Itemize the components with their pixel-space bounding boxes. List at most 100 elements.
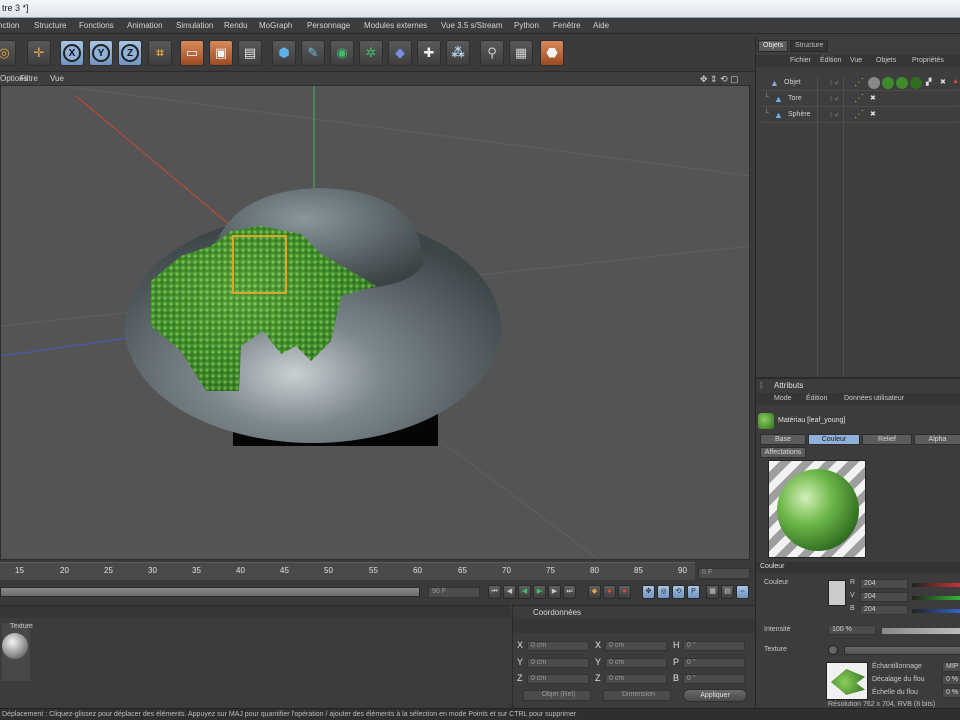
grip-icon[interactable]: ⁞ <box>760 381 762 390</box>
menu-item-animation[interactable]: Animation <box>127 21 163 30</box>
tab-structure[interactable]: Structure <box>790 40 829 52</box>
cube-primitive-icon[interactable]: ⬢ <box>272 40 296 66</box>
texture-thumbnail[interactable] <box>826 662 868 700</box>
menu-item-mograph[interactable]: MoGraph <box>259 21 292 30</box>
blue-channel-field[interactable]: 204 <box>860 605 908 615</box>
menu-item-rendu[interactable]: Rendu <box>224 21 248 30</box>
play-back-button[interactable]: ◀ <box>518 585 531 599</box>
undo-icon[interactable]: ◎ <box>0 40 16 66</box>
viewport-menu-filtre[interactable]: Filtre <box>20 74 38 83</box>
spline-pen-icon[interactable]: ✎ <box>301 40 325 66</box>
viewport-menu-vue[interactable]: Vue <box>50 74 64 83</box>
key-position-button[interactable]: ✥ <box>642 585 655 599</box>
attr-menu-user-data[interactable]: Données utilisateur <box>844 395 904 402</box>
key-rotation-button[interactable]: ⟲ <box>672 585 685 599</box>
size-x-field[interactable]: 0 cm <box>605 641 667 651</box>
menu-item-fonction[interactable]: nction <box>0 21 19 30</box>
end-frame-field[interactable]: 90 F <box>428 587 480 598</box>
timeline-mode-button[interactable]: ⇔ <box>736 585 749 599</box>
pos-y-field[interactable]: 0 cm <box>527 658 589 668</box>
prev-frame-button[interactable]: ◀ <box>503 585 516 599</box>
timeline-scrubber[interactable] <box>0 587 420 597</box>
object-row-objet[interactable]: ▲ Objet ⁝ ✓ ⋰ ▞ ✖ ▲ <box>762 77 959 91</box>
timeline-ruler[interactable]: 15 20 25 30 35 40 45 50 55 60 65 70 75 8… <box>0 562 695 580</box>
size-z-field[interactable]: 0 cm <box>605 674 667 684</box>
warning-tag-icon[interactable]: ▲ <box>952 78 959 85</box>
tab-alpha[interactable]: Alpha <box>914 434 960 445</box>
key-param-button[interactable]: P <box>687 585 700 599</box>
visibility-dots[interactable]: ⁝ ✓ <box>830 111 840 119</box>
color-swatch[interactable] <box>828 580 846 606</box>
object-row-sphere[interactable]: └ ▲ Sphère ⁝ ✓ ⋰ ✖ <box>762 109 958 123</box>
checker-tag-icon[interactable]: ✖ <box>940 78 946 86</box>
green-channel-field[interactable]: 204 <box>860 592 908 602</box>
render-view-icon[interactable]: ▭ <box>180 40 204 66</box>
render-picture-icon[interactable]: ▣ <box>209 40 233 66</box>
visibility-dots[interactable]: ⁝ ✓ <box>830 95 840 103</box>
menu-item-modules-externes[interactable]: Modules externes <box>364 21 427 30</box>
scene-icon[interactable]: ⁂ <box>446 40 470 66</box>
menu-item-fenetre[interactable]: Fenêtre <box>553 21 581 30</box>
attr-menu-edition[interactable]: Édition <box>806 395 827 402</box>
intensity-slider[interactable] <box>882 628 960 634</box>
record-icon[interactable]: ⬣ <box>540 40 564 66</box>
pos-z-field[interactable]: 0 cm <box>527 674 589 684</box>
menu-item-personnage[interactable]: Personnage <box>307 21 350 30</box>
tab-relief[interactable]: Relief <box>862 434 912 445</box>
tab-base[interactable]: Base <box>760 434 806 445</box>
texture-tag-icon[interactable]: ▞ <box>926 78 931 86</box>
rot-h-field[interactable]: 0 ° <box>683 641 745 651</box>
sampling-field[interactable]: MIP <box>942 662 960 672</box>
move-icon[interactable]: ✛ <box>27 40 51 66</box>
render-settings-icon[interactable]: ▤ <box>238 40 262 66</box>
texture-arrow-icon[interactable] <box>828 645 838 655</box>
menu-item-fonctions[interactable]: Fonctions <box>79 21 114 30</box>
blur-offset-field[interactable]: 0 % <box>942 675 960 685</box>
texture-load-button[interactable] <box>844 646 960 655</box>
phong-tag-icon[interactable]: ⋰ <box>854 109 864 120</box>
pos-x-field[interactable]: 0 cm <box>527 641 589 651</box>
menu-item-vue-stream[interactable]: Vue 3.5 s/Stream <box>441 21 503 30</box>
x-axis-icon[interactable]: X <box>60 40 84 66</box>
menu-item-python[interactable]: Python <box>514 21 539 30</box>
blur-scale-field[interactable]: 0 % <box>942 688 960 698</box>
tab-affectations[interactable]: Affectations <box>760 447 806 458</box>
size-y-field[interactable]: 0 cm <box>605 658 667 668</box>
obj-menu-fichier[interactable]: Fichier <box>790 57 811 64</box>
red-channel-field[interactable]: 204 <box>860 579 908 589</box>
tab-couleur[interactable]: Couleur <box>808 434 860 445</box>
size-mode-dropdown[interactable]: Dimension <box>603 690 671 701</box>
light-icon[interactable]: ✚ <box>417 40 441 66</box>
next-frame-button[interactable]: ▶ <box>548 585 561 599</box>
obj-menu-objets[interactable]: Objets <box>876 57 896 64</box>
tab-objets[interactable]: Objets <box>758 40 789 52</box>
leaf-material-tag-icon-3[interactable] <box>910 77 922 89</box>
keyframe-button[interactable]: ◆ <box>588 585 601 599</box>
rot-p-field[interactable]: 0 ° <box>683 658 745 668</box>
z-axis-icon[interactable]: Z <box>118 40 142 66</box>
go-start-button[interactable]: ⏮ <box>488 585 501 599</box>
green-slider[interactable] <box>912 596 960 600</box>
record-key-button[interactable]: ● <box>603 585 616 599</box>
3d-viewport[interactable] <box>0 85 750 560</box>
deformer-icon[interactable]: ◆ <box>388 40 412 66</box>
material-slot[interactable] <box>2 623 30 681</box>
menu-item-simulation[interactable]: Simulation <box>176 21 213 30</box>
floor-icon[interactable]: ▦ <box>509 40 533 66</box>
apply-button[interactable]: Appliquer <box>683 689 747 702</box>
leaf-material-tag-icon-2[interactable] <box>896 77 908 89</box>
menu-item-structure[interactable]: Structure <box>34 21 66 30</box>
viewport-nav-icons[interactable]: ✥ ⇕ ⟲ ▢ <box>700 74 739 85</box>
leaf-material-tag-icon[interactable] <box>882 77 894 89</box>
visibility-dots[interactable]: ⁝ ✓ <box>830 79 840 87</box>
autokey-button[interactable]: ● <box>618 585 631 599</box>
blue-slider[interactable] <box>912 609 960 613</box>
menu-item-aide[interactable]: Aide <box>593 21 609 30</box>
obj-menu-proprietes[interactable]: Propriétés <box>912 57 944 64</box>
y-axis-icon[interactable]: Y <box>89 40 113 66</box>
camera-icon[interactable]: ⚲ <box>480 40 504 66</box>
checker-tag-icon[interactable]: ✖ <box>870 110 876 118</box>
current-frame-field[interactable]: 0 F <box>698 568 750 579</box>
obj-menu-vue[interactable]: Vue <box>850 57 862 64</box>
material-tag-icon[interactable] <box>868 77 880 89</box>
